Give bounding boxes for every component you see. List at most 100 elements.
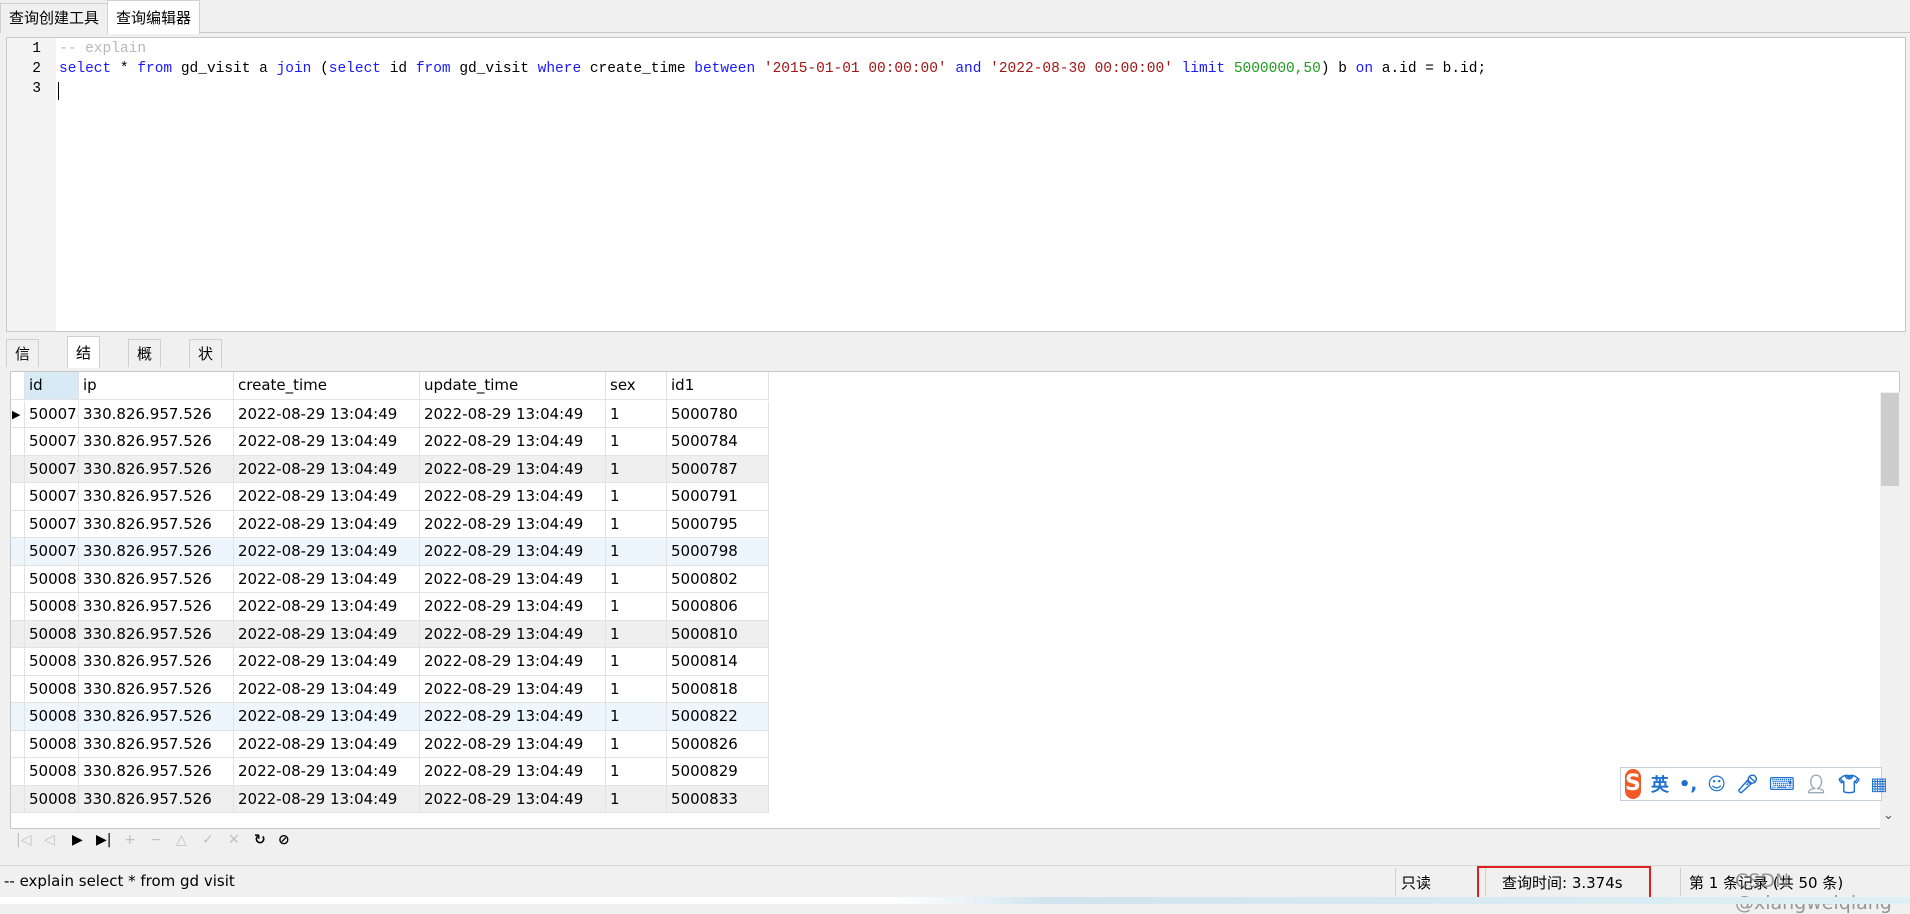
cell-id[interactable]: 5000829: [25, 758, 79, 786]
cell-ip[interactable]: 330.826.957.526: [79, 675, 234, 703]
cell-update_time[interactable]: 2022-08-29 13:04:49: [420, 703, 606, 731]
column-header-update_time[interactable]: update_time: [420, 372, 606, 400]
row-indicator[interactable]: [11, 428, 25, 456]
table-row[interactable]: 5000810330.826.957.5262022-08-29 13:04:4…: [11, 620, 769, 648]
table-row[interactable]: 5000784 330.826.957.5262022-08-29 13:04:4…: [11, 428, 769, 456]
edit-record-icon[interactable]: △: [176, 832, 187, 848]
cell-ip[interactable]: 330.826.957.526: [79, 510, 234, 538]
cell-sex[interactable]: 1: [606, 785, 667, 813]
row-indicator[interactable]: [11, 620, 25, 648]
cell-id[interactable]: 5000826: [25, 730, 79, 758]
cell-id1[interactable]: 5000780: [667, 400, 769, 428]
column-header-sex[interactable]: sex: [606, 372, 667, 400]
row-indicator[interactable]: [11, 648, 25, 676]
table-row[interactable]: 5000791330.826.957.5262022-08-29 13:04:4…: [11, 483, 769, 511]
cell-id1[interactable]: 5000810: [667, 620, 769, 648]
cell-id1[interactable]: 5000806: [667, 593, 769, 621]
cell-create_time[interactable]: 2022-08-29 13:04:49: [234, 510, 420, 538]
cell-update_time[interactable]: 2022-08-29 13:04:49: [420, 400, 606, 428]
cell-update_time[interactable]: 2022-08-29 13:04:49: [420, 785, 606, 813]
cell-id[interactable]: 5000822: [25, 703, 79, 731]
refresh-icon[interactable]: ↻: [254, 832, 266, 848]
column-header-create_time[interactable]: create_time: [234, 372, 420, 400]
cell-id[interactable]: 5000798: [25, 538, 79, 566]
cell-update_time[interactable]: 2022-08-29 13:04:49: [420, 455, 606, 483]
stop-icon[interactable]: ⊘: [278, 832, 290, 848]
sql-editor[interactable]: 1 2 3 -- explain select * from gd_visit …: [6, 37, 1906, 332]
row-indicator[interactable]: [11, 455, 25, 483]
cell-ip[interactable]: 330.826.957.526: [79, 703, 234, 731]
cell-sex[interactable]: 1: [606, 565, 667, 593]
cell-create_time[interactable]: 2022-08-29 13:04:49: [234, 455, 420, 483]
cell-create_time[interactable]: 2022-08-29 13:04:49: [234, 428, 420, 456]
table-row[interactable]: 5000833330.826.957.5262022-08-29 13:04:4…: [11, 785, 769, 813]
cell-ip[interactable]: 330.826.957.526: [79, 428, 234, 456]
cell-sex[interactable]: 1: [606, 620, 667, 648]
table-row[interactable]: 5000818330.826.957.5262022-08-29 13:04:4…: [11, 675, 769, 703]
table-row[interactable]: 5000798330.826.957.5262022-08-29 13:04:4…: [11, 538, 769, 566]
scroll-down-icon[interactable]: ⌄: [1883, 808, 1894, 823]
cell-update_time[interactable]: 2022-08-29 13:04:49: [420, 510, 606, 538]
cell-update_time[interactable]: 2022-08-29 13:04:49: [420, 538, 606, 566]
table-row[interactable]: ▶ 5000780 330.826.957.526 2022-08-29 13:04:…: [11, 400, 769, 428]
cell-id1[interactable]: 5000818: [667, 675, 769, 703]
cell-update_time[interactable]: 2022-08-29 13:04:49: [420, 483, 606, 511]
row-indicator[interactable]: ▶: [11, 400, 25, 428]
cell-ip[interactable]: 330.826.957.526: [79, 455, 234, 483]
cell-id1[interactable]: 5000784: [667, 428, 769, 456]
cell-id[interactable]: 5000833: [25, 785, 79, 813]
cell-id1[interactable]: 5000833: [667, 785, 769, 813]
cell-id[interactable]: 5000787: [25, 455, 79, 483]
ime-toolbar[interactable]: S 英 •, ☺ 🎤︎ ⌨ 👤︎ 👕︎ ▦: [1620, 767, 1888, 801]
next-record-icon[interactable]: ▶: [72, 832, 83, 848]
cell-sex[interactable]: 1: [606, 428, 667, 456]
table-row[interactable]: 5000795330.826.957.5262022-08-29 13:04:4…: [11, 510, 769, 538]
cell-sex[interactable]: 1: [606, 758, 667, 786]
cell-create_time[interactable]: 2022-08-29 13:04:49: [234, 648, 420, 676]
row-indicator[interactable]: [11, 675, 25, 703]
cell-create_time[interactable]: 2022-08-29 13:04:49: [234, 565, 420, 593]
prev-record-icon[interactable]: ◁: [44, 832, 55, 848]
cell-ip[interactable]: 330.826.957.526: [79, 648, 234, 676]
cell-create_time[interactable]: 2022-08-29 13:04:49: [234, 538, 420, 566]
cell-update_time[interactable]: 2022-08-29 13:04:49: [420, 758, 606, 786]
cell-sex[interactable]: 1: [606, 730, 667, 758]
cell-sex[interactable]: 1: [606, 593, 667, 621]
cell-update_time[interactable]: 2022-08-29 13:04:49: [420, 593, 606, 621]
discard-icon[interactable]: ✕: [228, 832, 240, 848]
cell-sex[interactable]: 1: [606, 510, 667, 538]
cell-create_time[interactable]: 2022-08-29 13:04:49: [234, 730, 420, 758]
cell-id1[interactable]: 5000829: [667, 758, 769, 786]
table-row[interactable]: 5000826330.826.957.5262022-08-29 13:04:4…: [11, 730, 769, 758]
keyboard-icon[interactable]: ⌨: [1769, 774, 1795, 795]
table-row[interactable]: 5000802330.826.957.5262022-08-29 13:04:4…: [11, 565, 769, 593]
cell-create_time[interactable]: 2022-08-29 13:04:49: [234, 620, 420, 648]
tab-query-builder[interactable]: 查询创建工具: [0, 3, 109, 33]
column-header-ip[interactable]: ip: [79, 372, 234, 400]
cell-update_time[interactable]: 2022-08-29 13:04:49: [420, 648, 606, 676]
microphone-icon[interactable]: 🎤︎: [1736, 774, 1759, 795]
row-indicator[interactable]: [11, 510, 25, 538]
cell-create_time[interactable]: 2022-08-29 13:04:49: [234, 758, 420, 786]
skin-icon[interactable]: 👕︎: [1838, 774, 1861, 795]
row-indicator[interactable]: [11, 593, 25, 621]
cell-id1[interactable]: 5000802: [667, 565, 769, 593]
cell-ip[interactable]: 330.826.957.526: [79, 620, 234, 648]
cell-update_time[interactable]: 2022-08-29 13:04:49: [420, 620, 606, 648]
table-row[interactable]: 5000822330.826.957.526 2022-08-29 13:04:4…: [11, 703, 769, 731]
cell-create_time[interactable]: 2022-08-29 13:04:49: [234, 675, 420, 703]
cell-ip[interactable]: 330.826.957.526: [79, 400, 234, 428]
cell-ip[interactable]: 330.826.957.526: [79, 593, 234, 621]
cell-update_time[interactable]: 2022-08-29 13:04:49: [420, 675, 606, 703]
cell-id1[interactable]: 5000791: [667, 483, 769, 511]
cell-sex[interactable]: 1: [606, 675, 667, 703]
user-icon[interactable]: 👤︎: [1805, 774, 1828, 795]
cell-id[interactable]: 5000806: [25, 593, 79, 621]
toolbox-icon[interactable]: ▦: [1871, 774, 1888, 795]
punctuation-icon[interactable]: •,: [1679, 774, 1697, 795]
emoji-icon[interactable]: ☺: [1707, 774, 1726, 795]
cell-create_time[interactable]: 2022-08-29 13:04:49: [234, 785, 420, 813]
cell-ip[interactable]: 330.826.957.526: [79, 730, 234, 758]
cell-id1[interactable]: 5000787: [667, 455, 769, 483]
cell-sex[interactable]: 1: [606, 703, 667, 731]
